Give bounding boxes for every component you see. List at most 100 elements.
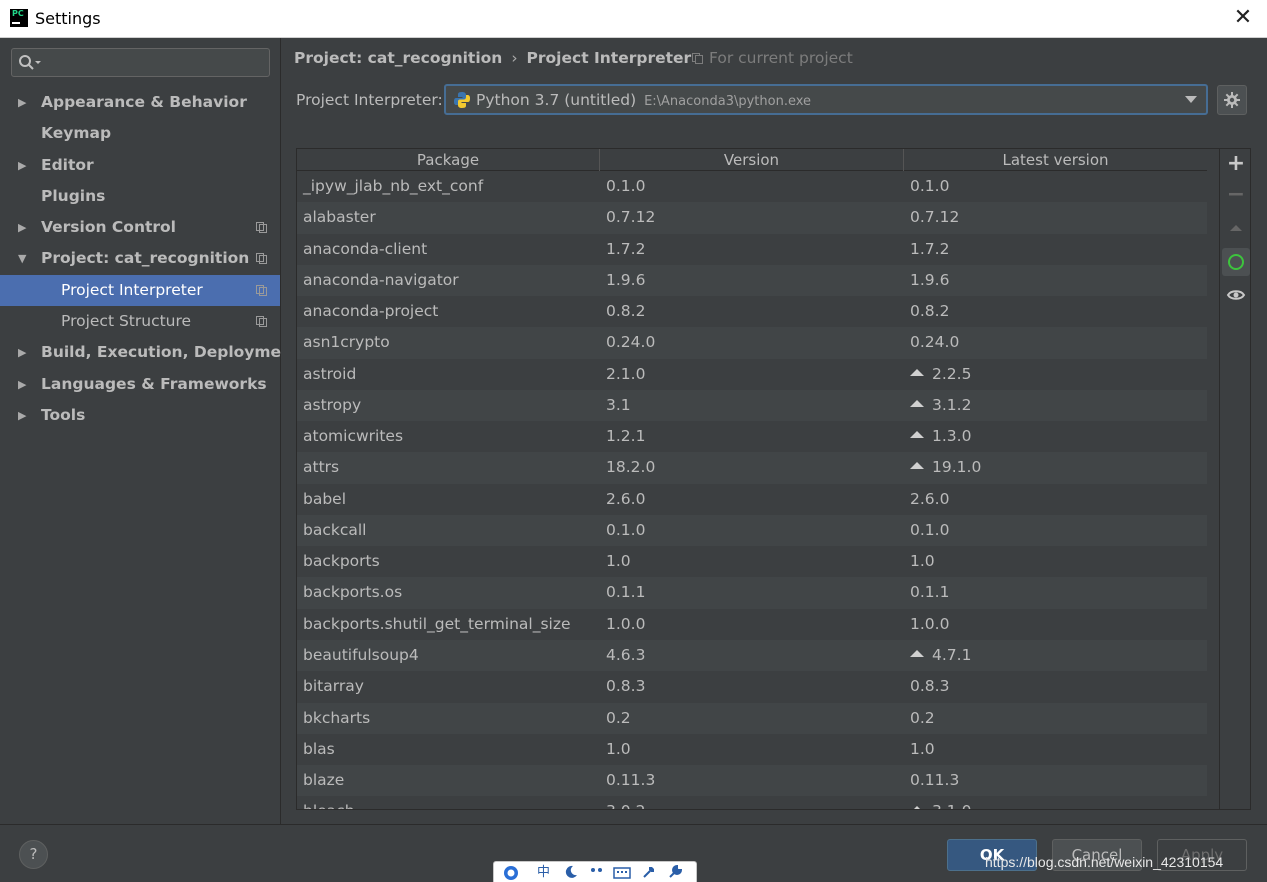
- latest-version-cell: 19.1.0: [910, 452, 981, 483]
- eye-icon: [1226, 290, 1246, 300]
- package-toolbar: + −: [1219, 149, 1250, 809]
- sidebar-item-version-control[interactable]: ▶ Version Control: [0, 212, 280, 243]
- table-row[interactable]: blaze 0.11.3 0.11.3: [297, 765, 1207, 797]
- table-row[interactable]: anaconda-navigator 1.9.6 1.9.6: [297, 264, 1207, 297]
- package-name-cell: bleach: [303, 796, 355, 809]
- table-row[interactable]: astropy 3.1 3.1.2: [297, 389, 1207, 422]
- for-current-project: For current project: [692, 49, 853, 67]
- chevron-down-icon[interactable]: ▼: [18, 243, 30, 274]
- table-row[interactable]: asn1crypto 0.24.0 0.24.0: [297, 327, 1207, 359]
- show-early-releases-button[interactable]: [1224, 283, 1248, 307]
- sidebar-item-project-structure[interactable]: Project Structure: [0, 306, 280, 337]
- latest-version-cell: 0.11.3: [910, 765, 959, 796]
- settings-search[interactable]: [11, 48, 270, 77]
- settings-tree: ▶ Appearance & Behavior Keymap ▶ Editor Plugi…: [0, 87, 300, 431]
- sidebar-item-project-cat-recognition[interactable]: ▼ Project: cat_recognition: [0, 243, 280, 274]
- table-row[interactable]: bleach 3.0.2 3.1.0: [297, 796, 1207, 809]
- chevron-right-icon[interactable]: ▶: [18, 87, 30, 118]
- latest-version-cell: 0.8.3: [910, 671, 949, 702]
- copy-icon: [256, 222, 267, 234]
- main-panel: Project: cat_recognition › Project Interpr…: [282, 38, 1267, 824]
- latest-version-value: 0.2: [910, 708, 935, 727]
- package-name-cell: blas: [303, 739, 335, 758]
- chevron-right-icon[interactable]: ▶: [18, 212, 30, 243]
- latest-version-cell: 1.0: [910, 546, 935, 577]
- table-row[interactable]: attrs 18.2.0 19.1.0: [297, 452, 1207, 484]
- upgrade-available-icon: [910, 649, 924, 657]
- column-header-version[interactable]: Version: [600, 149, 904, 171]
- table-body: _ipyw_jlab_nb_ext_conf 0.1.0 0.1.0 alabaste…: [297, 171, 1207, 809]
- latest-version-cell: 0.24.0: [910, 327, 959, 358]
- wrench-icon[interactable]: [668, 865, 682, 879]
- table-row[interactable]: anaconda-project 0.8.2 0.8.2: [297, 296, 1207, 328]
- chevron-right-icon[interactable]: ▶: [18, 337, 30, 368]
- version-cell: 1.2.1: [606, 427, 646, 446]
- table-row[interactable]: backcall 0.1.0 0.1.0: [297, 514, 1207, 547]
- table-row[interactable]: backports.shutil_get_terminal_size 1.0.0 1…: [297, 608, 1207, 640]
- table-row[interactable]: astroid 2.1.0 2.2.5: [297, 358, 1207, 390]
- sidebar-item-appearance-behavior[interactable]: ▶ Appearance & Behavior: [0, 87, 280, 118]
- interpreter-dropdown[interactable]: Python 3.7 (untitled) E:\Anaconda3\pytho…: [444, 84, 1208, 115]
- sidebar-item-languages-frameworks[interactable]: ▶ Languages & Frameworks: [0, 369, 280, 400]
- sidebar-item-plugins[interactable]: Plugins: [0, 181, 280, 212]
- ime-logo-icon: [504, 866, 518, 880]
- interpreter-settings-button[interactable]: [1217, 85, 1247, 115]
- breadcrumb-project[interactable]: Project: cat_recognition: [294, 49, 502, 67]
- sidebar-item-editor[interactable]: ▶ Editor: [0, 150, 280, 181]
- latest-version-value: 2.2.5: [932, 364, 972, 383]
- table-row[interactable]: _ipyw_jlab_nb_ext_conf 0.1.0 0.1.0: [297, 171, 1207, 203]
- chevron-right-icon[interactable]: ▶: [18, 369, 30, 400]
- package-name-cell: bitarray: [303, 677, 364, 696]
- latest-version-value: 3.1.0: [932, 802, 971, 809]
- uninstall-package-button[interactable]: −: [1224, 184, 1248, 208]
- package-name-cell: backcall: [303, 520, 367, 539]
- interpreter-label: Project Interpreter:: [296, 91, 443, 109]
- sidebar-item-project-interpreter[interactable]: Project Interpreter: [0, 274, 280, 307]
- install-package-button[interactable]: +: [1224, 153, 1248, 177]
- chevron-right-icon[interactable]: ▶: [18, 150, 30, 181]
- tools-icon[interactable]: [642, 865, 656, 879]
- ime-language-toggle[interactable]: 中: [537, 864, 550, 882]
- package-name-cell: astropy: [303, 395, 362, 414]
- version-cell: 0.1.0: [606, 520, 646, 539]
- latest-version-cell: 2.2.5: [910, 359, 971, 390]
- table-row[interactable]: bkcharts 0.2 0.2: [297, 702, 1207, 734]
- package-name-cell: backports.os: [303, 583, 403, 602]
- table-row[interactable]: beautifulsoup4 4.6.3 4.7.1: [297, 639, 1207, 672]
- table-row[interactable]: anaconda-client 1.7.2 1.7.2: [297, 233, 1207, 265]
- column-header-latest-version[interactable]: Latest version: [904, 149, 1207, 171]
- table-row[interactable]: babel 2.6.0 2.6.0: [297, 483, 1207, 515]
- latest-version-cell: 0.1.0: [910, 171, 949, 202]
- package-name-cell: backports.shutil_get_terminal_size: [303, 614, 571, 633]
- search-input[interactable]: [46, 53, 261, 73]
- sidebar-item-build-execution-deployment[interactable]: ▶ Build, Execution, Deployment: [0, 337, 300, 368]
- ime-toolbar[interactable]: 中: [493, 861, 697, 882]
- pycharm-icon: PC: [10, 9, 28, 27]
- help-button[interactable]: ?: [19, 840, 48, 869]
- chevron-right-icon[interactable]: ▶: [18, 400, 30, 431]
- latest-version-cell: 4.7.1: [910, 640, 971, 671]
- sidebar-item-tools[interactable]: ▶ Tools: [0, 400, 280, 431]
- moon-icon[interactable]: [564, 865, 578, 879]
- refresh-button[interactable]: [1222, 248, 1250, 276]
- sidebar-item-keymap[interactable]: Keymap: [0, 118, 280, 149]
- latest-version-cell: 0.1.0: [910, 515, 949, 546]
- version-cell: 18.2.0: [606, 458, 656, 477]
- version-cell: 1.0: [606, 552, 631, 571]
- punctuation-icon[interactable]: [590, 866, 604, 880]
- sidebar-item-label: Appearance & Behavior: [41, 93, 247, 111]
- version-cell: 1.7.2: [606, 239, 646, 258]
- table-row[interactable]: backports 1.0 1.0: [297, 546, 1207, 578]
- table-row[interactable]: alabaster 0.7.12 0.7.12: [297, 202, 1207, 234]
- table-row[interactable]: blas 1.0 1.0: [297, 733, 1207, 766]
- table-row[interactable]: backports.os 0.1.1 0.1.1: [297, 577, 1207, 609]
- table-row[interactable]: bitarray 0.8.3 0.8.3: [297, 671, 1207, 703]
- upgrade-available-icon: [910, 462, 924, 470]
- upgrade-package-button[interactable]: [1224, 216, 1248, 240]
- latest-version-value: 0.8.2: [910, 302, 950, 321]
- keyboard-icon[interactable]: [613, 866, 631, 880]
- table-row[interactable]: atomicwrites 1.2.1 1.3.0: [297, 421, 1207, 453]
- column-header-package[interactable]: Package: [297, 149, 600, 171]
- version-cell: 0.24.0: [606, 333, 656, 352]
- close-button[interactable]: ✕: [1231, 6, 1255, 30]
